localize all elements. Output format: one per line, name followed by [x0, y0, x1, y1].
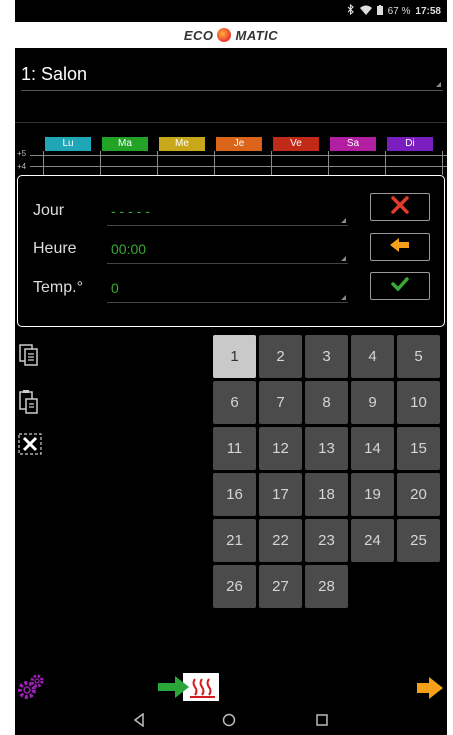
day-cell-20[interactable]: 20	[397, 473, 440, 516]
field-underline	[107, 225, 348, 226]
day-cell-25[interactable]: 25	[397, 519, 440, 562]
field-time-label: Heure	[33, 240, 77, 257]
scale-tick	[43, 151, 44, 175]
clock: 17:58	[415, 5, 441, 17]
field-temperature-value: 0	[111, 280, 119, 296]
battery-icon	[376, 4, 383, 18]
field-underline	[107, 302, 348, 303]
nav-recents-icon[interactable]	[315, 713, 329, 732]
day-cell-24[interactable]: 24	[351, 519, 394, 562]
day-cell-28[interactable]: 28	[305, 565, 348, 608]
room-selector[interactable]: 1: Salon	[21, 60, 443, 91]
day-cell-14[interactable]: 14	[351, 427, 394, 470]
field-time-value: 00:00	[111, 241, 147, 257]
field-time[interactable]: Heure 00:00	[33, 234, 348, 264]
scale-label-bottom: +4	[17, 162, 27, 171]
day-cell-12[interactable]: 12	[259, 427, 302, 470]
field-day-value: - - - - -	[111, 203, 150, 219]
close-icon	[390, 195, 410, 219]
next-arrow-icon[interactable]	[415, 675, 445, 701]
day-cell-26[interactable]: 26	[213, 565, 256, 608]
dropdown-indicator-icon	[341, 218, 346, 223]
day-cell-1[interactable]: 1	[213, 335, 256, 378]
day-cell-23[interactable]: 23	[305, 519, 348, 562]
dropdown-indicator-icon	[341, 295, 346, 300]
scale-tick	[385, 151, 386, 175]
cancel-button[interactable]	[370, 193, 430, 221]
day-cell-2[interactable]: 2	[259, 335, 302, 378]
day-cell-5[interactable]: 5	[397, 335, 440, 378]
day-cell-13[interactable]: 13	[305, 427, 348, 470]
day-cell-8[interactable]: 8	[305, 381, 348, 424]
status-bar: 67 % 17:58	[15, 0, 447, 20]
brand-logo-icon	[217, 28, 232, 42]
back-button[interactable]	[370, 233, 430, 261]
wifi-icon	[359, 5, 372, 18]
day-cell-18[interactable]: 18	[305, 473, 348, 516]
day-cell-15[interactable]: 15	[397, 427, 440, 470]
temperature-scale: +5 +4	[15, 145, 447, 175]
field-temperature[interactable]: Temp.° 0	[33, 273, 348, 303]
bluetooth-icon	[347, 3, 355, 18]
delete-selection-icon[interactable]	[18, 433, 42, 455]
dropdown-indicator-icon	[341, 256, 346, 261]
day-cell-4[interactable]: 4	[351, 335, 394, 378]
dropdown-indicator-icon	[436, 82, 441, 87]
field-day-label: Jour	[33, 202, 65, 219]
scale-tick	[271, 151, 272, 175]
field-underline	[107, 263, 348, 264]
battery-percent: 67 %	[387, 5, 411, 17]
day-cell-21[interactable]: 21	[213, 519, 256, 562]
day-cell-10[interactable]: 10	[397, 381, 440, 424]
checkmark-icon	[390, 275, 410, 298]
day-cell-7[interactable]: 7	[259, 381, 302, 424]
day-cell-9[interactable]: 9	[351, 381, 394, 424]
send-to-heater-button[interactable]	[157, 672, 219, 702]
day-cell-22[interactable]: 22	[259, 519, 302, 562]
scale-label-top: +5	[17, 149, 27, 158]
paste-icon[interactable]	[18, 389, 40, 414]
schedule-editor-panel: Jour - - - - - Heure 00:00 Temp.° 0	[17, 175, 445, 327]
system-navigation-bar	[15, 705, 447, 735]
divider	[15, 122, 447, 123]
day-cell-17[interactable]: 17	[259, 473, 302, 516]
brand-left-text: ECO	[183, 27, 214, 43]
nav-home-icon[interactable]	[222, 713, 236, 732]
day-cell-16[interactable]: 16	[213, 473, 256, 516]
field-day[interactable]: Jour - - - - -	[33, 196, 348, 226]
day-cell-19[interactable]: 19	[351, 473, 394, 516]
nav-back-icon[interactable]	[133, 712, 145, 732]
brand-right-text: MATIC	[235, 27, 279, 43]
scale-tick	[157, 151, 158, 175]
scale-tick	[442, 151, 443, 175]
field-temperature-label: Temp.°	[33, 279, 83, 296]
day-cell-27[interactable]: 27	[259, 565, 302, 608]
scale-tick	[100, 151, 101, 175]
room-selector-value: 1: Salon	[21, 64, 88, 84]
app-screen: 67 % 17:58 ECO MATIC 1: Salon Lu Ma Me J…	[15, 0, 447, 735]
scale-tick	[214, 151, 215, 175]
scale-tick	[328, 151, 329, 175]
settings-icon[interactable]	[17, 672, 47, 702]
day-cell-3[interactable]: 3	[305, 335, 348, 378]
arrow-left-icon	[388, 236, 412, 259]
brand-header: ECO MATIC	[15, 22, 447, 48]
day-cell-6[interactable]: 6	[213, 381, 256, 424]
copy-icon[interactable]	[18, 343, 40, 366]
day-cell-11[interactable]: 11	[213, 427, 256, 470]
confirm-button[interactable]	[370, 272, 430, 300]
